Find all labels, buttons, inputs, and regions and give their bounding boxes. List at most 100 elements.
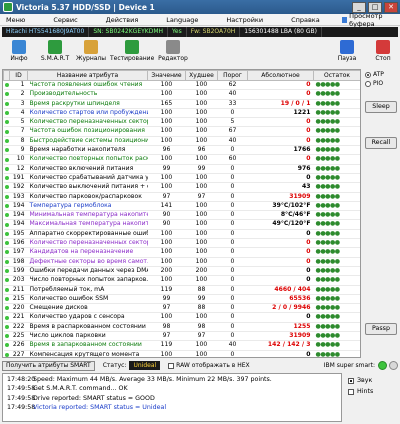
column-header-raw[interactable]: Абсолютное xyxy=(247,70,314,81)
column-header-health[interactable]: Остаток xyxy=(313,70,360,81)
table-row[interactable]: 1 Частота появления ошибок чтения 100 100 62… xyxy=(3,80,360,91)
attribute-id: 5 xyxy=(9,117,28,128)
ibm-indicator-off-icon[interactable] xyxy=(389,361,398,370)
table-row[interactable]: 4 Количество стартов или пробуждений 100 10… xyxy=(3,108,360,119)
attribute-value: 119 xyxy=(147,340,186,351)
menu-item-actions[interactable]: Действия xyxy=(106,16,139,24)
table-row[interactable]: 8Быстродействие системы позициониро...10… xyxy=(3,136,360,147)
attribute-id: 227 xyxy=(9,350,28,357)
attribute-id: 8 xyxy=(9,136,28,147)
column-header-name[interactable]: Название атрибута xyxy=(27,70,148,81)
table-row[interactable]: 222 Время в распаркованном состоянии 98 98 0… xyxy=(3,322,360,333)
attribute-health: ●●●●● xyxy=(313,266,360,277)
column-header-id[interactable]: ID xyxy=(9,70,28,81)
table-row[interactable]: 198 Дефектные секторы во время самот... 10… xyxy=(3,257,360,267)
attribute-raw: 1221 xyxy=(247,108,314,119)
attribute-name: Частота ошибок позиционирования xyxy=(27,126,148,137)
attribute-raw: 0 xyxy=(247,266,314,277)
info-tab[interactable]: Инфо xyxy=(2,38,36,66)
attribute-raw: 976 xyxy=(247,164,314,174)
table-row[interactable]: 211 Потребляемый ток, mA 119 88 0 4660 / 404 ●… xyxy=(3,285,360,295)
recall-button[interactable]: Recall xyxy=(365,137,397,149)
attribute-worst: 100 xyxy=(185,350,218,357)
menu-item-help[interactable]: Справка xyxy=(291,16,320,24)
sound-checkbox[interactable]: Звук xyxy=(348,377,399,384)
sleep-button[interactable]: Sleep xyxy=(365,101,397,113)
attribute-worst: 88 xyxy=(185,303,218,314)
table-row[interactable]: 191 Количество срабатываний датчика у... 1… xyxy=(3,173,360,184)
journals-tab[interactable]: Журналы xyxy=(74,38,108,66)
status-dot-icon xyxy=(4,231,9,236)
journal-icon xyxy=(84,40,98,54)
column-header-value[interactable]: Значение xyxy=(147,70,186,81)
stop-button[interactable]: Стоп xyxy=(366,38,400,66)
table-row[interactable]: 9 Время наработки накопителя 96 96 0 1766 ●●●●… xyxy=(3,145,360,156)
table-row[interactable]: 193 Количество парковок/распарковок 97 97 0 3… xyxy=(3,192,360,202)
column-header-threshold[interactable]: Порог xyxy=(217,70,248,81)
menu-item-settings[interactable]: Настройки xyxy=(226,16,263,24)
status-dot-icon xyxy=(4,138,9,143)
raw-hex-checkbox[interactable] xyxy=(168,362,175,369)
window-title: Victoria 5.37 HDD/SSD | Device 1 xyxy=(16,2,155,12)
attribute-raw: 43 xyxy=(247,182,314,193)
table-row[interactable]: 194 Максимальная температура накопит... 90… xyxy=(3,219,360,230)
attribute-name: Минимальная температура накопите... xyxy=(27,210,148,221)
passp-button[interactable]: Passp xyxy=(365,323,397,335)
table-row[interactable]: 2 Производительность 100 100 40 0 ●●●●● xyxy=(3,89,360,100)
table-row[interactable]: 194 Температура гермоблока 141 100 0 39°C/102… xyxy=(3,201,360,212)
attribute-raw: 0 xyxy=(247,117,314,128)
table-row[interactable]: 7 Частота ошибок позиционирования 100 100 67… xyxy=(3,126,360,137)
attribute-health: ●●●●● xyxy=(313,89,360,100)
table-row[interactable]: 227 Компенсация крутящего момента 100 100 0 0… xyxy=(3,350,360,357)
pio-radio[interactable]: PIO xyxy=(365,80,399,87)
hints-checkbox[interactable]: Hints xyxy=(348,388,399,395)
attribute-raw: 65536 xyxy=(247,294,314,305)
status-dot-icon xyxy=(4,296,9,301)
table-row[interactable]: 203 Число повторных попыток запарков... 10… xyxy=(3,275,360,286)
get-smart-button[interactable]: Получить атрибуты SMART xyxy=(2,360,95,371)
attribute-id: 12 xyxy=(9,164,28,174)
table-row[interactable]: 10 Количество повторных попыток раск... 10… xyxy=(3,154,360,165)
attribute-id: 192 xyxy=(9,182,28,193)
menu-item-language[interactable]: Language xyxy=(166,16,198,24)
table-row[interactable]: 199 Ошибки передачи данных через DMA 200 20… xyxy=(3,266,360,277)
table-row[interactable]: 196 Количество переназначенных секторов 10… xyxy=(3,238,360,249)
table-row[interactable]: 5 Количество переназначенных сектор... 100… xyxy=(3,117,360,128)
attribute-health: ●●●●● xyxy=(313,312,360,323)
attribute-value: 200 xyxy=(147,266,186,277)
table-row[interactable]: 195 Аппаратно скорректированные ошиб... 10… xyxy=(3,229,360,240)
attribute-health: ●●●●● xyxy=(313,322,360,333)
editor-tab[interactable]: Редактор xyxy=(156,38,190,66)
attribute-worst: 88 xyxy=(185,285,218,295)
atp-radio[interactable]: ATP xyxy=(365,71,399,78)
table-row[interactable]: 197 Кандидатов на переназначение 100 100 0 0 ●… xyxy=(3,247,360,258)
ibm-indicator-icon[interactable] xyxy=(378,361,387,370)
table-row[interactable]: 225 Число циклов парковки 97 97 0 31909 ●●●●● xyxy=(3,331,360,342)
menu-item-menu[interactable]: Меню xyxy=(6,16,25,24)
attribute-name: Количество переназначенных сектор... xyxy=(27,117,148,128)
table-row[interactable]: 215 Количество ошибок SSM 99 99 0 65536 ●●●●● xyxy=(3,294,360,305)
attribute-id: 10 xyxy=(9,154,28,165)
status-dot-icon xyxy=(4,213,9,218)
table-row[interactable]: 3 Время раскрутки шпинделя 165 100 33 19 / 0 … xyxy=(3,99,360,109)
pause-button[interactable]: Пауза xyxy=(330,38,364,66)
status-dot-icon xyxy=(4,120,9,125)
view-buffer-button[interactable]: Просмотр буфера xyxy=(341,12,396,28)
attribute-threshold: 0 xyxy=(217,201,248,212)
menu-item-service[interactable]: Сервис xyxy=(53,16,77,24)
table-row[interactable]: 12 Количество включений питания 99 99 0 976 ●●… xyxy=(3,164,360,174)
table-row[interactable]: 221 Количество ударов с сенсора 100 100 0 0 ●●… xyxy=(3,312,360,323)
menu-bar: Меню Сервис Действия Language Настройки … xyxy=(0,12,400,28)
attribute-worst: 100 xyxy=(185,126,218,137)
tests-tab[interactable]: Тестирование xyxy=(110,38,154,66)
attribute-threshold: 40 xyxy=(217,340,248,351)
table-row[interactable]: 194 Минимальная температура накопите... 90… xyxy=(3,210,360,221)
attribute-health: ●●●●● xyxy=(313,164,360,174)
smart-tab[interactable]: S.M.A.R.T xyxy=(38,38,72,66)
column-header-worst[interactable]: Худшее xyxy=(185,70,218,81)
table-row[interactable]: 220 Смещение дисков 97 88 0 2 / 0 / 9946 ●●●●● xyxy=(3,303,360,314)
table-row[interactable]: 192 Количество выключений питания + о... 1… xyxy=(3,182,360,193)
attribute-name: Время наработки накопителя xyxy=(27,145,148,156)
table-row[interactable]: 226 Время в запаркованном состоянии 119 100… xyxy=(3,340,360,351)
attribute-name: Время в запаркованном состоянии xyxy=(27,340,148,351)
